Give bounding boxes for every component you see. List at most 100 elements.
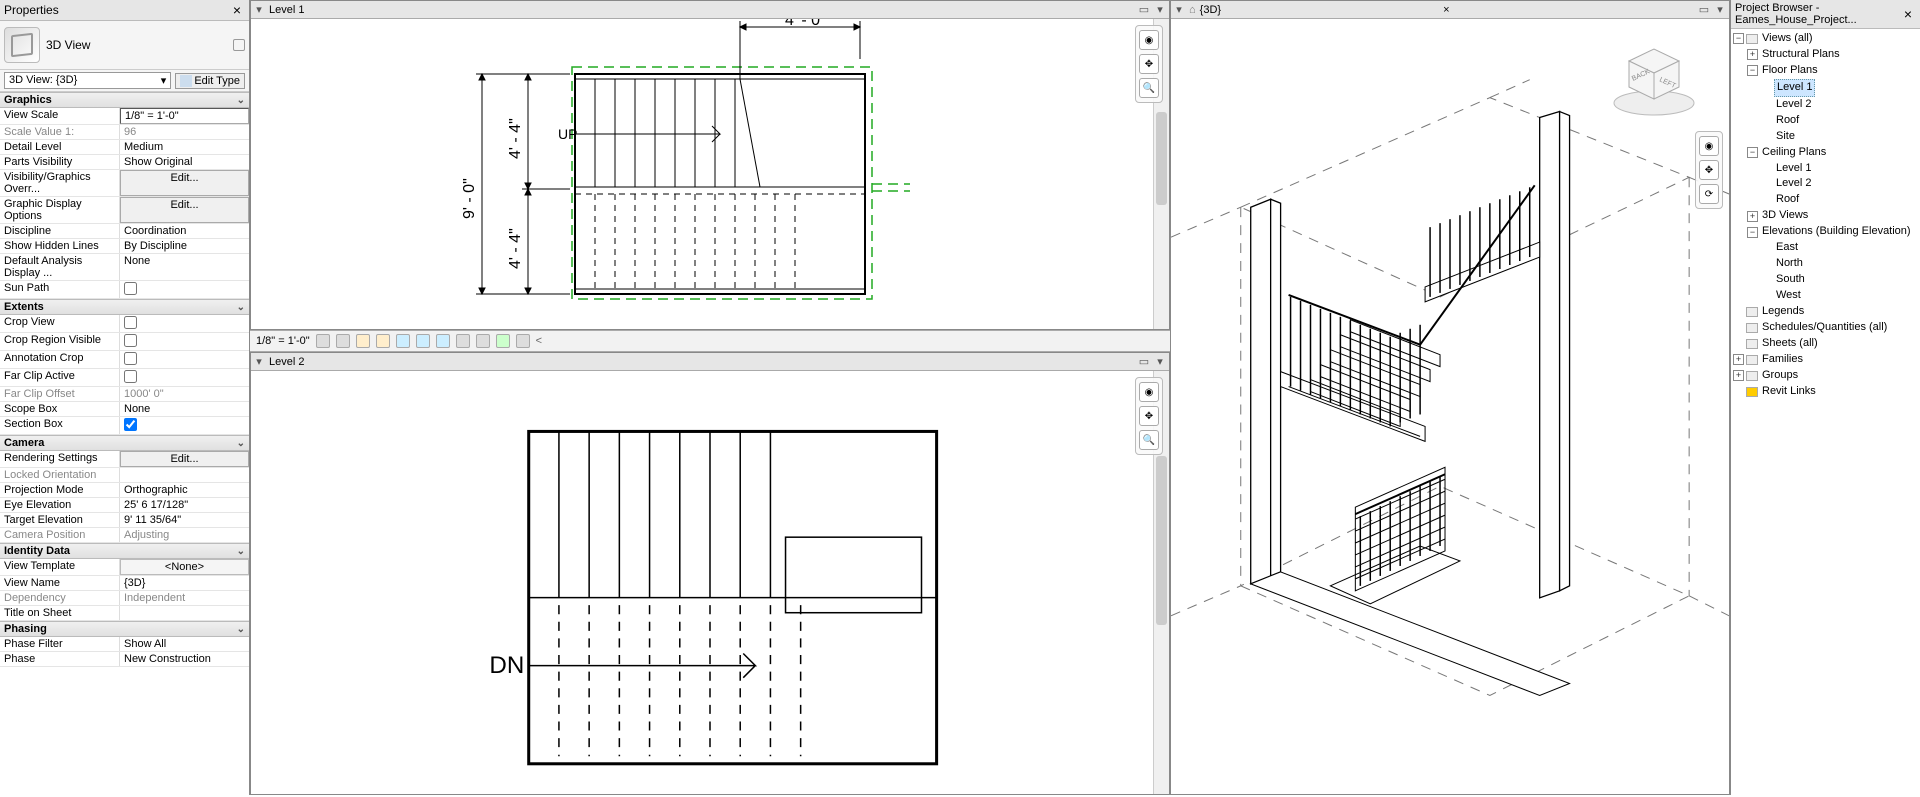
tree-elev-north[interactable]: North <box>1733 256 1918 272</box>
prop-row[interactable]: Default Analysis Display ...None <box>0 254 249 281</box>
view-control-bar[interactable]: 1/8" = 1'-0" < <box>250 330 1170 352</box>
unlock-icon[interactable] <box>456 334 470 348</box>
prop-row[interactable]: Sun Path <box>0 281 249 299</box>
tree-elev-west[interactable]: West <box>1733 288 1918 304</box>
nav-wheel-icon[interactable]: ◉ <box>1139 30 1159 50</box>
tree-label[interactable]: Level 2 <box>1774 176 1813 192</box>
view3d-close-icon[interactable]: × <box>1443 4 1449 16</box>
prop-value[interactable] <box>120 417 249 434</box>
viewport-level1[interactable]: ▾ Level 1 ▭▾ 4' - 0" <box>250 0 1170 330</box>
tree-label[interactable]: Level 2 <box>1774 97 1813 113</box>
prop-value[interactable]: By Discipline <box>120 239 249 253</box>
prop-value[interactable]: 25' 6 17/128" <box>120 498 249 512</box>
tree-floor-site[interactable]: Site <box>1733 129 1918 145</box>
prop-row[interactable]: View Template<None> <box>0 559 249 576</box>
tree-label[interactable]: Level 1 <box>1774 79 1815 97</box>
prop-row[interactable]: Detail LevelMedium <box>0 140 249 155</box>
visual-style-icon[interactable] <box>336 334 350 348</box>
crop-show-icon[interactable] <box>436 334 450 348</box>
level1-nav-widget[interactable]: ◉ ✥ 🔍 <box>1135 25 1163 103</box>
prop-value[interactable] <box>120 369 249 386</box>
tree-label[interactable]: Site <box>1774 129 1797 145</box>
tree-views-root[interactable]: − Views (all) <box>1733 31 1918 47</box>
nav-pan-icon[interactable]: ✥ <box>1699 160 1719 180</box>
tree-sheets[interactable]: Sheets (all) <box>1733 336 1918 352</box>
checkbox[interactable] <box>124 316 137 329</box>
prop-value[interactable]: None <box>120 402 249 416</box>
prop-row[interactable]: Parts VisibilityShow Original <box>0 155 249 170</box>
tree-label[interactable]: Elevations (Building Elevation) <box>1760 224 1913 240</box>
group-header[interactable]: Identity Data⌄ <box>0 543 249 559</box>
nav-orbit-icon[interactable]: ⟳ <box>1699 184 1719 204</box>
checkbox[interactable] <box>124 334 137 347</box>
tree-ceiling-roof[interactable]: Roof <box>1733 192 1918 208</box>
nav-pan-icon[interactable]: ✥ <box>1139 54 1159 74</box>
project-tree[interactable]: −Views (all)+Structural Plans−Floor Plan… <box>1731 29 1920 795</box>
expand-icon[interactable]: − <box>1747 147 1758 158</box>
tree-label[interactable]: Roof <box>1774 192 1801 208</box>
tree-label[interactable]: Revit Links <box>1760 384 1818 400</box>
prop-value[interactable]: New Construction <box>120 652 249 666</box>
view-selector[interactable]: 3D View: {3D} ▾ <box>4 72 171 89</box>
expand-icon[interactable]: − <box>1747 65 1758 76</box>
level2-max-icon[interactable]: ▭ <box>1137 355 1151 368</box>
viewport-level2[interactable]: ▾ Level 2 ▭▾ <box>250 352 1170 795</box>
detail-icon[interactable] <box>316 334 330 348</box>
tree-families[interactable]: +Families <box>1733 352 1918 368</box>
crop-icon[interactable] <box>416 334 430 348</box>
tree-label[interactable]: Groups <box>1760 368 1800 384</box>
expand-icon[interactable]: + <box>1747 211 1758 222</box>
level2-ctrl-icon[interactable]: ▾ <box>1153 355 1167 368</box>
viewport-3d[interactable]: ▾ ⌂ {3D} × ▭▾ <box>1170 0 1730 795</box>
prop-row[interactable]: Crop Region Visible <box>0 333 249 351</box>
tree-elevations[interactable]: −Elevations (Building Elevation) <box>1733 224 1918 240</box>
expand-icon[interactable]: − <box>1733 33 1744 44</box>
prop-value[interactable]: {3D} <box>120 576 249 590</box>
level1-menu-icon[interactable]: ▾ <box>253 3 265 16</box>
tree-label[interactable]: Structural Plans <box>1760 47 1842 63</box>
browser-close-icon[interactable]: × <box>1900 6 1916 22</box>
prop-value[interactable]: Show All <box>120 637 249 651</box>
checkbox[interactable] <box>124 282 137 295</box>
tree-floor-plans[interactable]: −Floor Plans <box>1733 63 1918 79</box>
viewcube[interactable]: BACK LEFT <box>1609 31 1699 121</box>
view3d-max-icon[interactable]: ▭ <box>1697 3 1711 16</box>
nav-zoom-icon[interactable]: 🔍 <box>1139 430 1159 450</box>
home-icon[interactable]: ⌂ <box>1189 4 1196 16</box>
prop-value[interactable]: Coordination <box>120 224 249 238</box>
level2-canvas[interactable]: DN <box>251 371 1169 794</box>
prop-row[interactable]: View Scale1/8" = 1'-0" <box>0 108 249 125</box>
prop-row[interactable]: Graphic Display OptionsEdit... <box>0 197 249 224</box>
reveal-icon[interactable] <box>496 334 510 348</box>
level2-menu-icon[interactable]: ▾ <box>253 355 265 368</box>
tree-groups[interactable]: +Groups <box>1733 368 1918 384</box>
view3d-menu-icon[interactable]: ▾ <box>1173 3 1185 16</box>
nav-zoom-icon[interactable]: 🔍 <box>1139 78 1159 98</box>
prop-row[interactable]: Scope BoxNone <box>0 402 249 417</box>
render-icon[interactable] <box>396 334 410 348</box>
tree-ceiling-plans[interactable]: −Ceiling Plans <box>1733 145 1918 161</box>
properties-close-icon[interactable]: × <box>229 2 245 18</box>
tree-label[interactable]: Ceiling Plans <box>1760 145 1828 161</box>
tree-label[interactable]: 3D Views <box>1760 208 1810 224</box>
tree-label[interactable]: West <box>1774 288 1803 304</box>
view3d-ctrl-icon[interactable]: ▾ <box>1713 3 1727 16</box>
tree-revit-links[interactable]: Revit Links <box>1733 384 1918 400</box>
worksharing-icon[interactable] <box>516 334 530 348</box>
tree-label[interactable]: Views (all) <box>1760 31 1815 47</box>
tree-label[interactable]: Roof <box>1774 113 1801 129</box>
group-header[interactable]: Graphics⌄ <box>0 92 249 108</box>
tree-label[interactable]: North <box>1774 256 1805 272</box>
shadows-icon[interactable] <box>376 334 390 348</box>
prop-row[interactable]: Title on Sheet <box>0 606 249 621</box>
prop-row[interactable]: Show Hidden LinesBy Discipline <box>0 239 249 254</box>
checkbox[interactable] <box>124 418 137 431</box>
expand-icon[interactable]: + <box>1747 49 1758 60</box>
properties-grid[interactable]: Graphics⌄View Scale1/8" = 1'-0"Scale Val… <box>0 92 249 795</box>
view3d-nav-widget[interactable]: ◉✥⟳ <box>1695 131 1723 209</box>
prop-value[interactable]: Orthographic <box>120 483 249 497</box>
tree-label[interactable]: Legends <box>1760 304 1806 320</box>
checkbox[interactable] <box>124 352 137 365</box>
prop-row[interactable]: DisciplineCoordination <box>0 224 249 239</box>
type-selector-row[interactable]: 3D View <box>0 21 249 70</box>
